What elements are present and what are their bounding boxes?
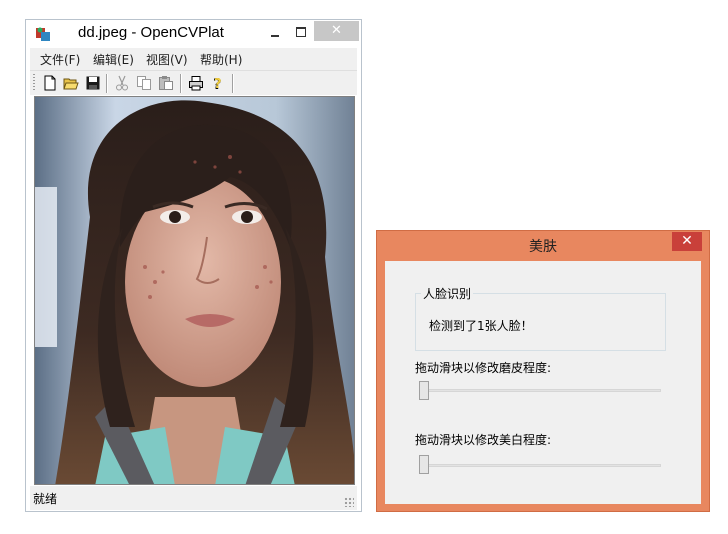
dialog-title: 美肤 bbox=[529, 239, 557, 255]
resize-grip-icon[interactable] bbox=[344, 497, 354, 507]
title-bar: dd.jpeg - OpenCVPlat ✕ bbox=[26, 20, 361, 48]
close-button[interactable]: ✕ bbox=[314, 21, 359, 41]
app-icon bbox=[36, 27, 50, 41]
new-file-icon[interactable] bbox=[42, 75, 58, 91]
toolbar-separator bbox=[106, 74, 108, 93]
status-bar: 就绪 bbox=[30, 486, 357, 510]
toolbar-separator bbox=[180, 74, 182, 93]
face-detection-message: 检测到了1张人脸！ bbox=[429, 319, 533, 333]
svg-text:?: ? bbox=[214, 77, 222, 91]
maximize-button[interactable] bbox=[288, 22, 314, 42]
help-icon[interactable]: ? ? bbox=[210, 75, 226, 91]
open-folder-icon[interactable] bbox=[63, 75, 79, 91]
smooth-slider-thumb[interactable] bbox=[419, 381, 429, 400]
portrait-photo bbox=[35, 97, 354, 484]
toolbar-separator bbox=[232, 74, 234, 93]
status-text: 就绪 bbox=[33, 492, 58, 506]
menu-bar: 文件(F) 编辑(E) 视图(V) 帮助(H) bbox=[30, 48, 357, 70]
whiten-slider-track[interactable] bbox=[421, 464, 661, 467]
main-window: dd.jpeg - OpenCVPlat ✕ 文件(F) 编辑(E) 视图(V)… bbox=[25, 19, 362, 512]
face-group-title: 人脸识别 bbox=[421, 285, 474, 302]
beauty-dialog: 美肤 ✕ 人脸识别 检测到了1张人脸！ 拖动滑块以修改磨皮程度: 拖动滑块以修改… bbox=[376, 230, 710, 512]
copy-icon[interactable] bbox=[136, 75, 152, 91]
dialog-client-area: 人脸识别 检测到了1张人脸！ 拖动滑块以修改磨皮程度: 拖动滑块以修改美白程度: bbox=[385, 261, 701, 504]
menu-help[interactable]: 帮助(H) bbox=[200, 51, 242, 68]
menu-view[interactable]: 视图(V) bbox=[146, 51, 188, 68]
dialog-close-button[interactable]: ✕ bbox=[672, 232, 702, 251]
menu-file[interactable]: 文件(F) bbox=[40, 51, 80, 68]
toolbar-grip[interactable] bbox=[33, 74, 35, 92]
whiten-slider-thumb[interactable] bbox=[419, 455, 429, 474]
menu-edit[interactable]: 编辑(E) bbox=[93, 51, 134, 68]
cut-icon[interactable] bbox=[114, 75, 130, 91]
minimize-button[interactable] bbox=[262, 22, 288, 42]
paste-icon[interactable] bbox=[158, 75, 174, 91]
save-icon[interactable] bbox=[85, 75, 101, 91]
image-view[interactable] bbox=[34, 96, 355, 485]
smooth-slider-label: 拖动滑块以修改磨皮程度: bbox=[415, 361, 552, 375]
whiten-slider-label: 拖动滑块以修改美白程度: bbox=[415, 433, 552, 447]
toolbar: ? ? bbox=[30, 70, 357, 95]
smooth-slider-track[interactable] bbox=[421, 389, 661, 392]
print-icon[interactable] bbox=[188, 75, 204, 91]
window-title: dd.jpeg - OpenCVPlat bbox=[78, 24, 224, 41]
